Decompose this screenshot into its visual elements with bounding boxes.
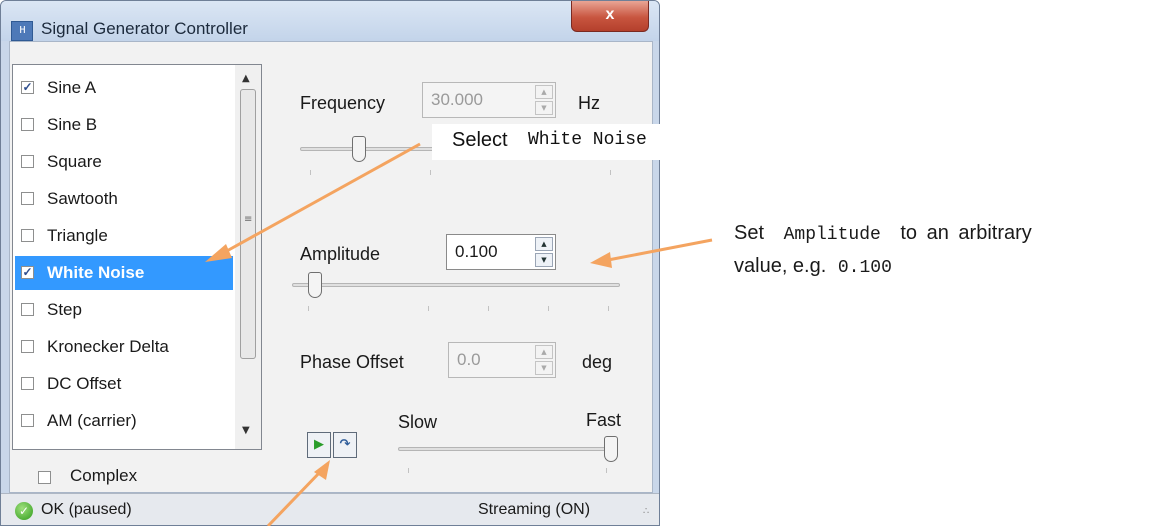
arrow-to-play [266, 468, 324, 526]
arrow-to-white-noise [224, 142, 421, 254]
arrowhead-white-noise [205, 244, 232, 262]
arrowhead-amplitude [590, 252, 612, 268]
annotation-arrows [205, 142, 713, 526]
arrow-to-amplitude [607, 238, 713, 262]
